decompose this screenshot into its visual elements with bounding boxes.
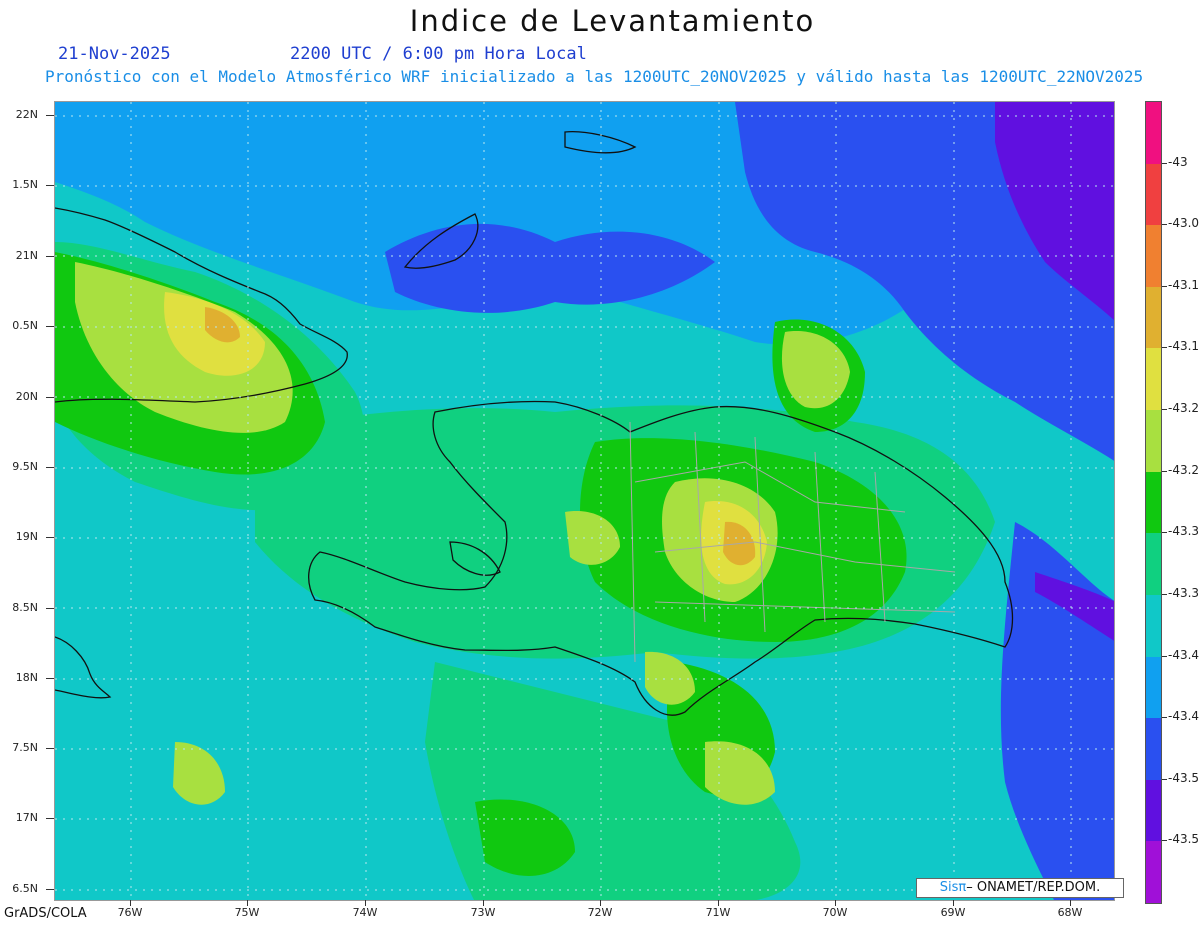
- lat-tick: [46, 467, 54, 468]
- colorbar-label: -43.2: [1168, 462, 1200, 477]
- colorbar-tick: [1162, 593, 1167, 595]
- lon-label: 73W: [470, 906, 496, 919]
- colorbar-label: -43.3: [1168, 524, 1200, 539]
- colorbar-tick: [1162, 840, 1167, 842]
- lat-tick: [46, 185, 54, 186]
- lon-tick: [1070, 900, 1071, 906]
- colorbar-segment: [1146, 348, 1161, 411]
- lat-label: 1.5N: [12, 178, 38, 191]
- colorbar-segment: [1146, 102, 1161, 165]
- colorbar-label: -43.4: [1168, 647, 1200, 662]
- colorbar-segment: [1146, 471, 1161, 534]
- lon-tick: [718, 900, 719, 906]
- colorbar-label: -43.0: [1168, 216, 1200, 231]
- lon-label: 68W: [1057, 906, 1083, 919]
- colorbar-tick: [1162, 532, 1167, 534]
- lat-tick: [46, 818, 54, 819]
- colorbar-tick: [1162, 409, 1167, 411]
- lat-label: 9.5N: [12, 460, 38, 473]
- lon-tick: [953, 900, 954, 906]
- lat-tick: [46, 115, 54, 116]
- lat-label: 20N: [15, 390, 38, 403]
- lat-tick: [46, 608, 54, 609]
- colorbar-segment: [1146, 286, 1161, 349]
- lat-label: 7.5N: [12, 741, 38, 754]
- lon-tick: [130, 900, 131, 906]
- colorbar-tick: [1162, 347, 1167, 349]
- lat-tick: [46, 537, 54, 538]
- forecast-date: 21-Nov-2025: [58, 44, 171, 64]
- lat-label: 0.5N: [12, 319, 38, 332]
- colorbar-label: -43.5: [1168, 832, 1200, 847]
- lat-tick: [46, 256, 54, 257]
- colorbar-segment: [1146, 841, 1161, 904]
- forecast-subtitle: Pronóstico con el Modelo Atmosférico WRF…: [45, 67, 1144, 86]
- forecast-time: 2200 UTC / 6:00 pm Hora Local: [290, 44, 587, 64]
- credit-box: Sisπ– ONAMET/REP.DOM.: [916, 878, 1124, 898]
- colorbar-segment: [1146, 163, 1161, 226]
- colorbar-tick: [1162, 285, 1167, 287]
- lon-tick: [600, 900, 601, 906]
- colorbar-label: -43: [1168, 154, 1188, 169]
- colorbar-tick: [1162, 717, 1167, 719]
- colorbar-segment: [1146, 594, 1161, 658]
- lat-tick: [46, 889, 54, 890]
- lon-tick: [483, 900, 484, 906]
- lat-label: 22N: [15, 108, 38, 121]
- lat-tick: [46, 326, 54, 327]
- lon-label: 75W: [234, 906, 260, 919]
- lat-tick: [46, 397, 54, 398]
- lat-label: 17N: [15, 811, 38, 824]
- lat-label: 8.5N: [12, 601, 38, 614]
- credit-org: – ONAMET/REP.DOM.: [966, 880, 1101, 895]
- colorbar-segment: [1146, 225, 1161, 288]
- colorbar-tick: [1162, 224, 1167, 226]
- map-title: Indice de Levantamiento: [409, 4, 816, 38]
- colorbar-segment: [1146, 533, 1161, 596]
- lat-tick: [46, 748, 54, 749]
- lat-tick: [46, 678, 54, 679]
- lat-label: 21N: [15, 249, 38, 262]
- lifted-index-map[interactable]: [54, 101, 1115, 901]
- lon-label: 70W: [822, 906, 848, 919]
- lon-tick: [247, 900, 248, 906]
- colorbar-tick: [1162, 470, 1167, 472]
- colorbar-tick: [1162, 778, 1167, 780]
- colorbar-segment: [1146, 718, 1161, 781]
- colorbar: [1145, 101, 1162, 904]
- colorbar-label: -43.3: [1168, 585, 1200, 600]
- lon-tick: [365, 900, 366, 906]
- credit-sis: Sis: [939, 880, 959, 895]
- lat-label: 6.5N: [12, 882, 38, 895]
- lon-label: 74W: [352, 906, 378, 919]
- lon-label: 76W: [117, 906, 143, 919]
- colorbar-tick: [1162, 162, 1167, 164]
- lat-label: 19N: [15, 530, 38, 543]
- grads-label: GrADS/COLA: [4, 906, 87, 921]
- lon-label: 69W: [940, 906, 966, 919]
- colorbar-label: -43.1: [1168, 277, 1200, 292]
- colorbar-label: -43.2: [1168, 401, 1200, 416]
- colorbar-segment: [1146, 656, 1161, 719]
- colorbar-tick: [1162, 655, 1167, 657]
- colorbar-segment: [1146, 779, 1161, 842]
- map-field: [55, 102, 1114, 900]
- colorbar-label: -43.1: [1168, 339, 1200, 354]
- colorbar-label: -43.4: [1168, 709, 1200, 724]
- lon-label: 72W: [587, 906, 613, 919]
- colorbar-segment: [1146, 410, 1161, 473]
- lon-tick: [835, 900, 836, 906]
- colorbar-label: -43.5: [1168, 770, 1200, 785]
- lat-label: 18N: [15, 671, 38, 684]
- lon-label: 71W: [705, 906, 731, 919]
